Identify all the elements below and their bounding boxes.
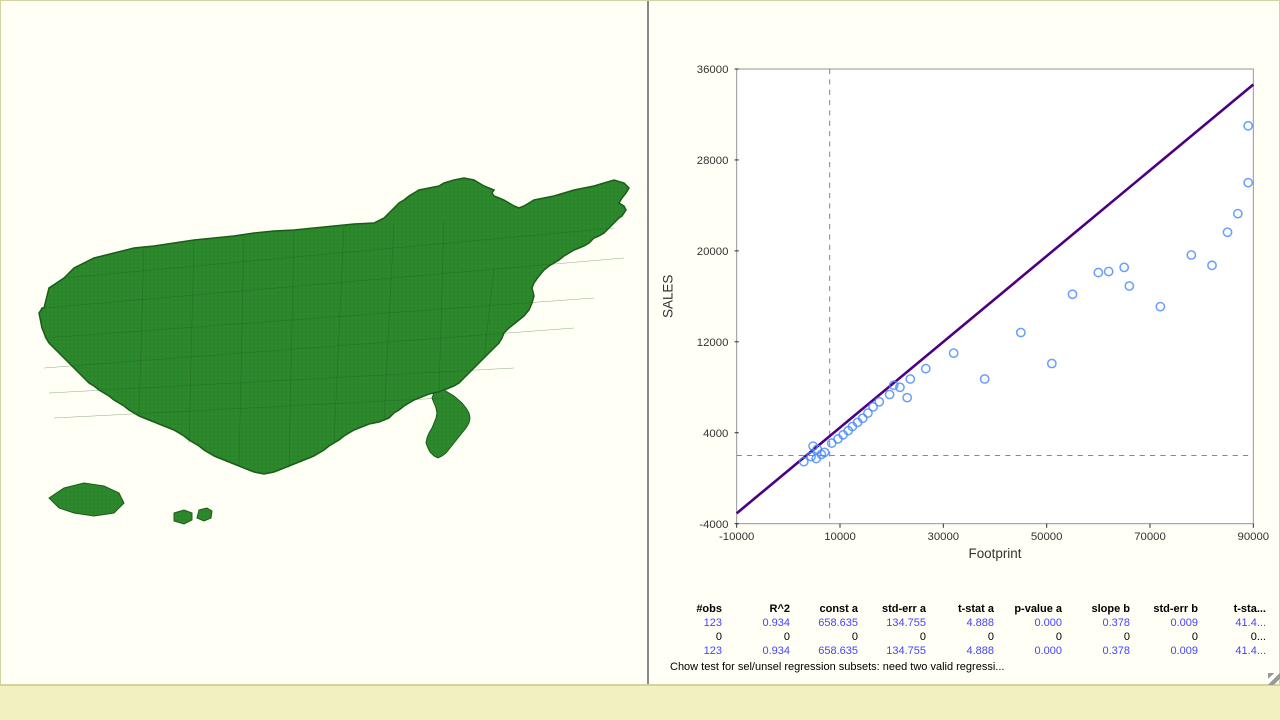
row3-stderr-b: 0.009: [1138, 645, 1198, 657]
row3-pval-a: 0.000: [1002, 645, 1062, 657]
row1-pval-a: 0.000: [1002, 617, 1062, 629]
row2-obs: 0: [662, 631, 722, 643]
header-r2: R^2: [730, 603, 790, 615]
svg-text:20000: 20000: [697, 246, 729, 258]
row1-const: 658.635: [798, 617, 858, 629]
chow-test-text: Chow test for sel/unsel regression subse…: [662, 659, 1266, 675]
row3-tstat-a: 4.888: [934, 645, 994, 657]
bottom-bar: [0, 685, 1280, 720]
svg-text:28000: 28000: [697, 155, 729, 167]
row1-obs: 123: [662, 617, 722, 629]
stats-row-1: 123 0.934 658.635 134.755 4.888 0.000 0.…: [662, 617, 1266, 629]
y-axis-label: SALES: [661, 275, 676, 318]
row2-tstat-b: 0...: [1206, 631, 1266, 643]
svg-text:36000: 36000: [697, 64, 729, 76]
row3-tstat-b: 41.4...: [1206, 645, 1266, 657]
row2-stderr-b: 0: [1138, 631, 1198, 643]
row1-slope: 0.378: [1070, 617, 1130, 629]
svg-text:90000: 90000: [1238, 531, 1270, 543]
svg-text:-10000: -10000: [719, 531, 754, 543]
row2-tstat-a: 0: [934, 631, 994, 643]
row3-stderr-a: 134.755: [866, 645, 926, 657]
row1-stderr-a: 134.755: [866, 617, 926, 629]
header-obs: #obs: [662, 603, 722, 615]
stats-header-row: #obs R^2 const a std-err a t-stat a p-va…: [662, 603, 1266, 615]
scatter-plot-area: 36000 28000 20000 12000 4000: [654, 6, 1274, 597]
row1-tstat-b: 41.4...: [1206, 617, 1266, 629]
header-stderr-a: std-err a: [866, 603, 926, 615]
svg-text:-4000: -4000: [699, 519, 728, 531]
stats-row-2: 0 0 0 0 0 0 0 0 0...: [662, 631, 1266, 643]
scatter-plot-svg: 36000 28000 20000 12000 4000: [654, 6, 1274, 597]
row2-stderr-a: 0: [866, 631, 926, 643]
stats-table: #obs R^2 const a std-err a t-stat a p-va…: [654, 597, 1274, 679]
stats-row-3: 123 0.934 658.635 134.755 4.888 0.000 0.…: [662, 645, 1266, 657]
svg-text:70000: 70000: [1134, 531, 1166, 543]
map-panel: [1, 1, 649, 684]
header-slope: slope b: [1070, 603, 1130, 615]
chart-panel: 36000 28000 20000 12000 4000: [649, 1, 1279, 684]
row3-const: 658.635: [798, 645, 858, 657]
row3-slope: 0.378: [1070, 645, 1130, 657]
row2-r2: 0: [730, 631, 790, 643]
x-axis-label: Footprint: [969, 546, 1022, 561]
svg-text:4000: 4000: [703, 428, 728, 440]
row2-slope: 0: [1070, 631, 1130, 643]
row1-stderr-b: 0.009: [1138, 617, 1198, 629]
header-const: const a: [798, 603, 858, 615]
svg-text:12000: 12000: [697, 337, 729, 349]
row3-r2: 0.934: [730, 645, 790, 657]
header-stderr-b: std-err b: [1138, 603, 1198, 615]
row2-pval-a: 0: [1002, 631, 1062, 643]
row2-const: 0: [798, 631, 858, 643]
row1-r2: 0.934: [730, 617, 790, 629]
header-tstat-a: t-stat a: [934, 603, 994, 615]
svg-text:10000: 10000: [824, 531, 856, 543]
header-pval-a: p-value a: [1002, 603, 1062, 615]
header-tstat-b: t-sta...: [1206, 603, 1266, 615]
resize-handle[interactable]: [1268, 673, 1280, 685]
row3-obs: 123: [662, 645, 722, 657]
svg-text:30000: 30000: [928, 531, 960, 543]
row1-tstat-a: 4.888: [934, 617, 994, 629]
usa-map: [14, 128, 634, 558]
svg-text:50000: 50000: [1031, 531, 1063, 543]
